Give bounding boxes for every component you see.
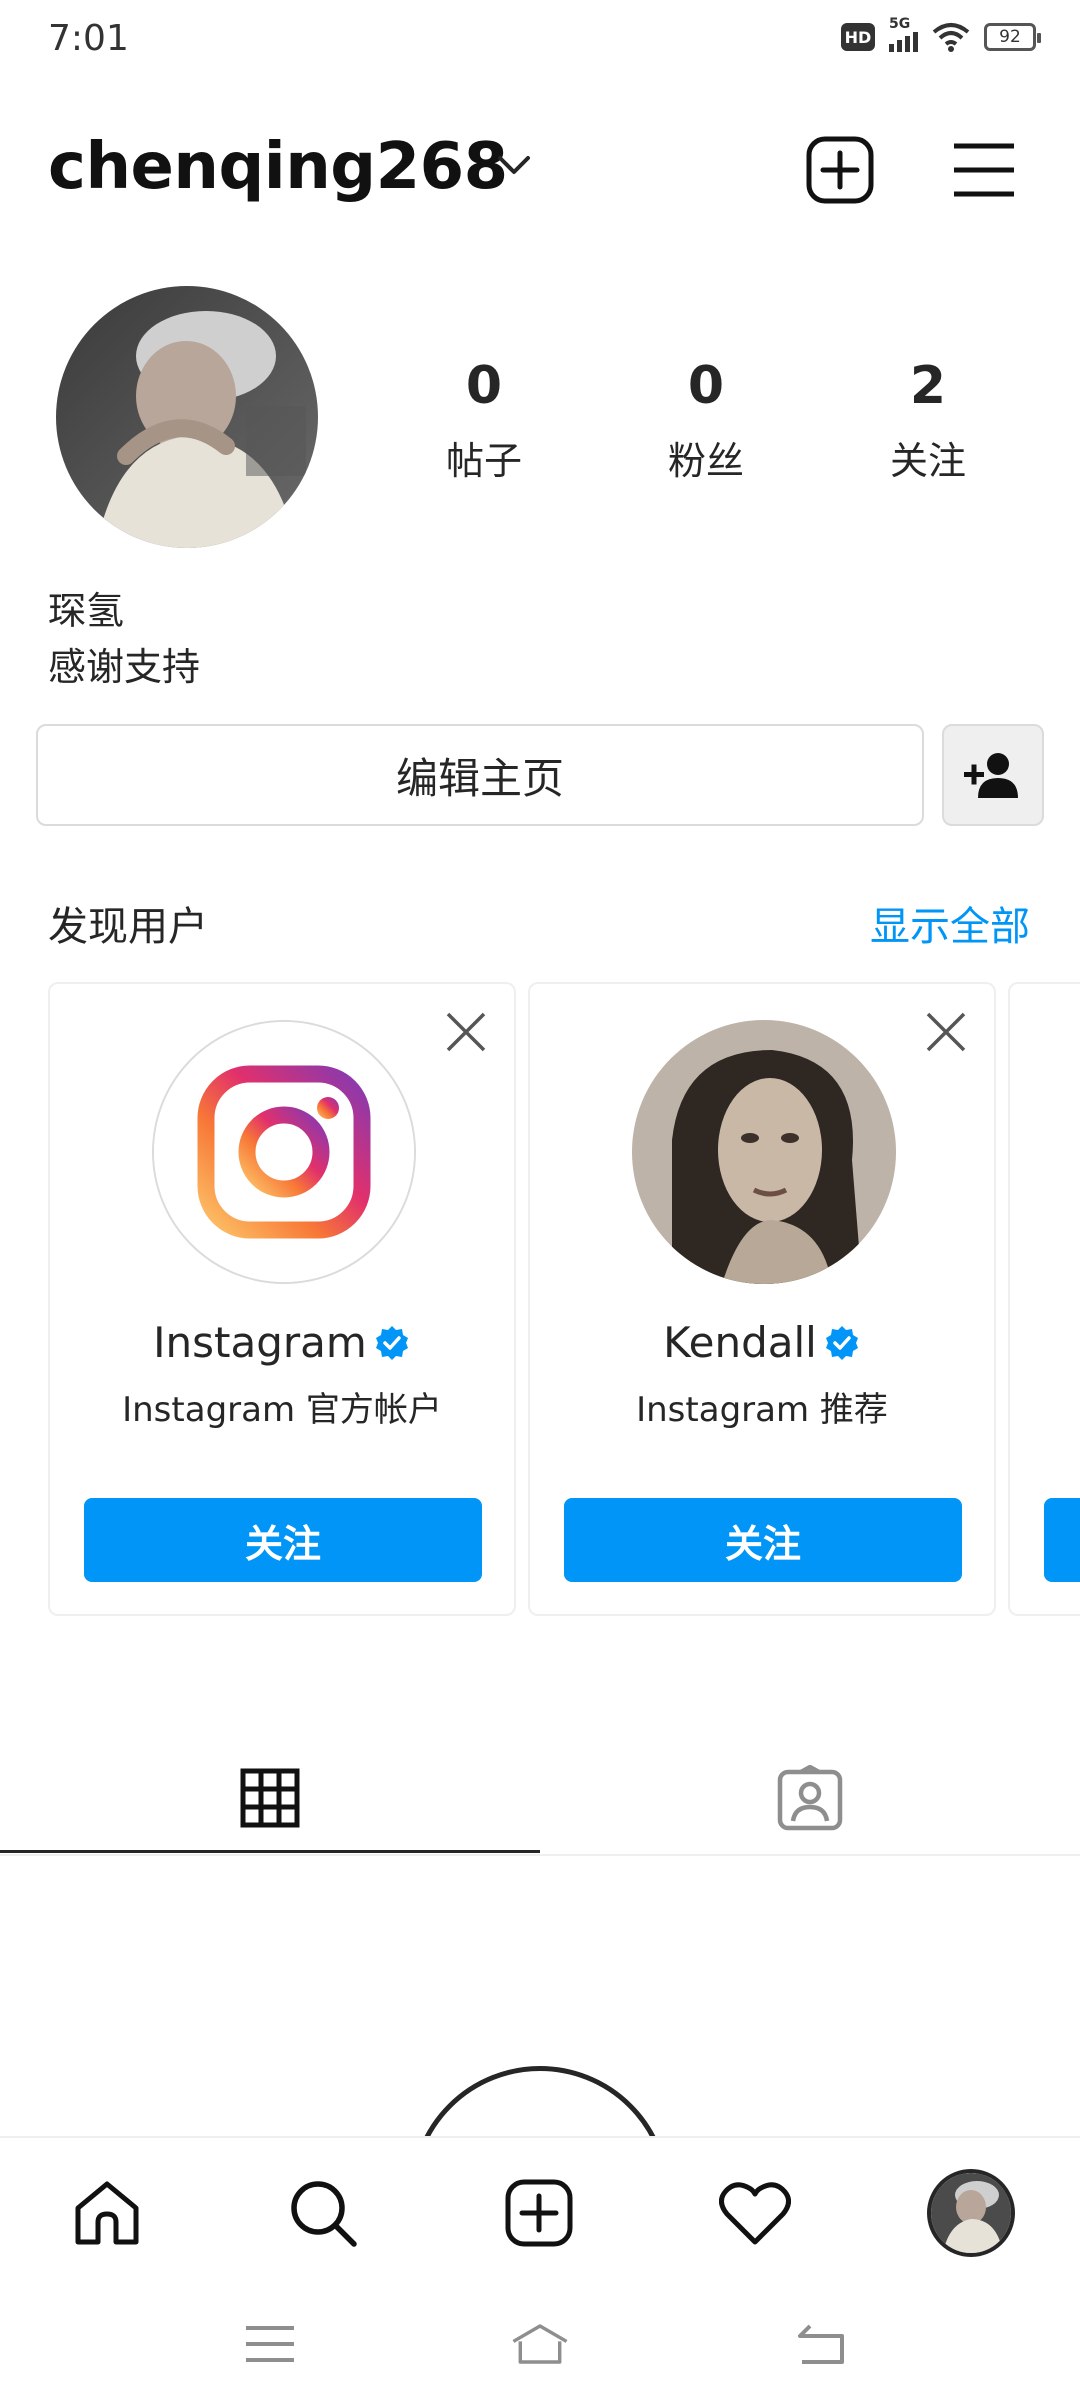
profile-avatar[interactable] [56,286,318,548]
close-icon[interactable] [924,1010,968,1054]
followers-label: 粉丝 [667,439,744,483]
suggestion-card-peek[interactable] [1008,982,1080,1616]
profile-screen: 7:01 HD 5G 92 chenqing268 0 帖子 0 粉丝 2 关注… [0,0,1080,2408]
home-icon [75,2181,139,2245]
active-tab-indicator [0,1850,540,1853]
nav-home[interactable] [62,2168,152,2258]
status-bar: 7:01 HD 5G 92 [0,0,1080,80]
profile-header: chenqing268 [0,110,1080,230]
edit-profile-button[interactable]: 编辑主页 [36,724,924,826]
card-name-row: Instagram [50,1318,514,1367]
follow-button[interactable]: 关注 [564,1498,962,1582]
network-label: 5G [889,16,911,32]
bottom-navigation [0,2136,1080,2284]
card-subtitle: Instagram 官方帐户 [122,1390,442,1430]
discover-people-button[interactable] [942,724,1044,826]
username[interactable]: chenqing268 [48,130,508,204]
card-name: Instagram [153,1318,367,1367]
nav-search[interactable] [278,2168,368,2258]
suggestion-card[interactable]: Instagram Instagram 官方帐户 关注 [48,982,516,1616]
grid-icon [240,1768,300,1828]
back-icon [798,2324,844,2364]
battery-level: 92 [999,27,1021,47]
kendall-avatar [632,1020,896,1284]
home-key-icon [512,2324,568,2364]
following-count: 2 [909,356,947,416]
close-icon[interactable] [444,1010,488,1054]
status-time: 7:01 [48,18,129,59]
create-icon [505,2179,573,2247]
tab-posts-grid[interactable] [0,1740,540,1856]
add-person-icon [964,753,1018,798]
verified-icon [375,1325,408,1360]
following-label: 关注 [889,439,966,483]
posts-stat[interactable]: 0 帖子 [404,360,564,485]
profile-tabs [0,1740,1080,1856]
tab-tagged[interactable] [540,1740,1080,1856]
verified-icon [825,1325,858,1360]
search-icon [291,2181,357,2247]
nav-profile[interactable] [926,2168,1016,2258]
new-post-icon [806,136,874,204]
instagram-logo [152,1020,416,1284]
heart-icon [719,2182,791,2245]
menu-button[interactable] [944,130,1024,210]
status-icons: HD 5G 92 [841,16,1041,52]
discover-title: 发现用户 [48,904,208,950]
follow-button-peek[interactable] [1044,1498,1080,1582]
nav-activity[interactable] [710,2168,800,2258]
profile-avatar-small [927,2169,1015,2257]
battery-icon: 92 [984,23,1041,51]
followers-stat[interactable]: 0 粉丝 [626,360,786,485]
signal-icon: 5G [889,16,918,52]
card-name: Kendall [663,1318,817,1367]
following-stat[interactable]: 2 关注 [848,360,1008,485]
system-home-button[interactable] [510,2314,570,2374]
back-button[interactable] [792,2314,852,2374]
posts-count: 0 [465,356,503,416]
posts-label: 帖子 [445,439,522,483]
new-post-button[interactable] [800,130,880,210]
recents-button[interactable] [240,2314,300,2374]
follow-button[interactable]: 关注 [84,1498,482,1582]
followers-count: 0 [687,356,725,416]
card-name-row: Kendall [530,1318,994,1367]
show-all-link[interactable]: 显示全部 [870,894,1030,952]
tagged-icon [777,1765,843,1831]
profile-name: 琛氢 [48,589,125,633]
profile-bio: 感谢支持 [48,645,201,689]
chevron-down-icon[interactable] [496,154,532,178]
recents-icon [246,2326,294,2362]
system-navigation-bar [0,2284,1080,2408]
suggestion-card[interactable]: Kendall Instagram 推荐 关注 [528,982,996,1616]
card-subtitle: Instagram 推荐 [636,1390,888,1430]
nav-create[interactable] [494,2168,584,2258]
menu-icon [954,143,1014,197]
wifi-icon [932,23,970,52]
hd-icon: HD [841,23,875,51]
